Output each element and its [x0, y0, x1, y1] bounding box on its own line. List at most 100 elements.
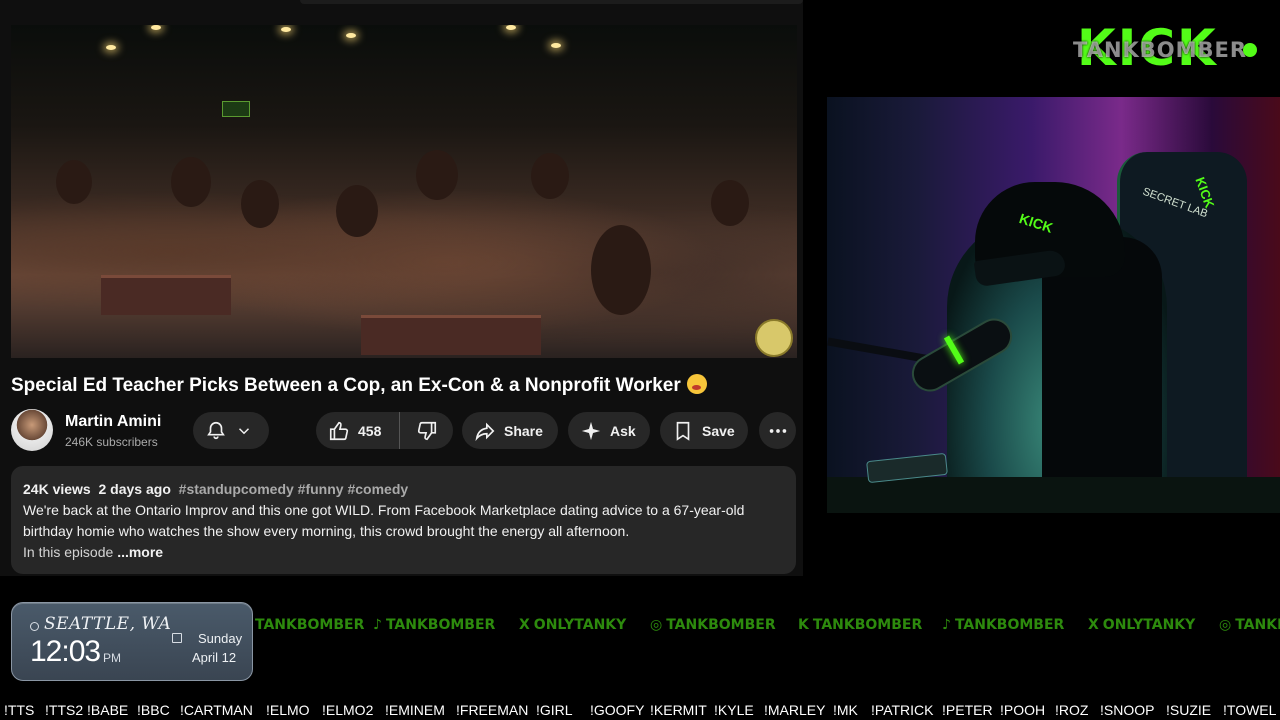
streamer-username: TANKBOMBER: [1073, 38, 1248, 62]
command: !CARTMAN: [180, 702, 253, 718]
exit-sign: [222, 101, 250, 117]
like-count: 458: [358, 422, 382, 439]
command: !MK: [833, 702, 858, 718]
audience-member: [416, 150, 458, 200]
social-handle: ONLYTANKY: [533, 617, 627, 633]
like-button[interactable]: 458: [316, 412, 400, 449]
description-box[interactable]: 24K views 2 days ago #standupcomedy #fun…: [11, 466, 796, 574]
share-button[interactable]: Share: [462, 412, 558, 449]
share-arrow-icon: [475, 422, 495, 441]
verified-check-icon: [1243, 43, 1257, 57]
social-ticker: TANKBOMBER ♪ TANKBOMBER X ONLYTANKY ◎ TANKB…: [253, 614, 1280, 636]
save-button[interactable]: Save: [660, 412, 748, 449]
ceiling-light: [346, 33, 356, 38]
audience-member: [241, 180, 279, 228]
command: !KERMIT: [650, 702, 707, 718]
hashtags[interactable]: #standupcomedy #funny #comedy: [179, 481, 409, 497]
flushed-emoji-icon: [686, 374, 707, 394]
social-handle: TANKBOMBER: [954, 617, 1065, 633]
command: !TTS: [4, 702, 35, 718]
social-handle: TANKBOMBER: [812, 617, 923, 633]
social-item: ◎TANKBOMBER: [650, 614, 776, 636]
social-item: ♪ TANKBOMBER: [373, 614, 495, 636]
description-line: In this episode ...more: [23, 542, 784, 563]
tiktok-icon: ♪: [942, 617, 951, 633]
command: !ELMO2: [322, 702, 374, 718]
ceiling-light: [151, 25, 161, 30]
command: !GOOFY: [590, 702, 645, 718]
show-more-link[interactable]: ...more: [117, 544, 163, 560]
channel-avatar[interactable]: [11, 409, 53, 451]
audience-member: [711, 180, 749, 226]
subscriber-count: 246K subscribers: [65, 435, 158, 449]
ceiling-light: [106, 45, 116, 50]
bell-icon: [207, 421, 225, 439]
clock-widget: SEATTLE, WA 12:03 PM Sunday April 12: [11, 602, 253, 681]
command: !SUZIE: [1166, 702, 1212, 718]
description-line: We're back at the Ontario Improv and thi…: [23, 502, 745, 518]
instagram-icon: ◎: [1219, 617, 1232, 633]
command: !TTS2: [45, 702, 84, 718]
clock-ampm: PM: [103, 651, 121, 665]
command: !TOWEL: [1223, 702, 1277, 718]
sparkle-icon: [581, 421, 601, 440]
clock-city: SEATTLE, WA: [44, 614, 172, 634]
chevron-down-icon: [238, 427, 250, 434]
social-handle: TANKBOMBER: [385, 617, 496, 633]
bookmark-icon: [676, 421, 690, 441]
social-item: X ONLYTANKY: [1088, 614, 1195, 636]
social-handle: TANKBOMBER: [255, 617, 365, 633]
tiktok-icon: ♪: [373, 617, 382, 633]
more-actions-button[interactable]: [759, 412, 796, 449]
social-item: K TANKBOMBER: [798, 614, 922, 636]
command: !POOH: [1000, 702, 1046, 718]
kick-icon: K: [798, 617, 809, 633]
ask-label: Ask: [610, 422, 636, 439]
kick-logo: KICK TANKBOMBER: [1073, 20, 1259, 78]
channel-name[interactable]: Martin Amini: [65, 413, 161, 431]
command: !GIRL: [536, 702, 573, 718]
upload-date: 2 days ago: [98, 481, 171, 497]
ceiling-light: [281, 27, 291, 32]
command: !PETER: [942, 702, 993, 718]
youtube-panel: Special Ed Teacher Picks Between a Cop, …: [0, 0, 803, 576]
channel-watermark-icon: [755, 319, 793, 357]
video-player[interactable]: [11, 25, 797, 358]
dislike-button[interactable]: [400, 412, 453, 449]
video-title-text: Special Ed Teacher Picks Between a Cop, …: [11, 375, 681, 396]
command: !ELMO: [266, 702, 310, 718]
social-handle: ONLYTANKY: [1102, 617, 1196, 633]
social-item: ◎TANKBOMBER: [1219, 614, 1280, 636]
share-label: Share: [504, 422, 543, 439]
thumbs-down-icon: [417, 421, 436, 440]
like-dislike-group: 458: [316, 412, 453, 449]
social-handle: TANKBOMBER: [1235, 617, 1280, 633]
command: !ROZ: [1055, 702, 1089, 718]
calendar-icon: [172, 633, 182, 643]
audience-member: [591, 225, 651, 315]
command: !EMINEM: [385, 702, 445, 718]
tts-commands-bar: !TTS !TTS2 !BABE !BBC !CARTMAN !ELMO !EL…: [0, 700, 1280, 720]
social-handle: TANKBOMBER: [666, 617, 776, 633]
thumbs-up-icon: [329, 421, 349, 440]
command: !SNOOP: [1100, 702, 1155, 718]
command: !BBC: [137, 702, 170, 718]
command: !PATRICK: [871, 702, 934, 718]
description-truncated: In this episode: [23, 544, 114, 560]
streamer-hair: [1042, 237, 1162, 513]
description-meta: 24K views 2 days ago #standupcomedy #fun…: [23, 479, 784, 500]
subscription-button[interactable]: [193, 412, 269, 449]
ask-button[interactable]: Ask: [568, 412, 650, 449]
ceiling-light: [551, 43, 561, 48]
social-item: ♪ TANKBOMBER: [942, 614, 1064, 636]
view-count: 24K views: [23, 481, 91, 497]
clock-date: April 12: [192, 650, 237, 665]
description-line: birthday homie who watches the show ever…: [23, 523, 630, 539]
audience-member: [531, 153, 569, 199]
location-pin-icon: [30, 622, 39, 631]
table: [101, 275, 231, 315]
table: [361, 315, 541, 355]
save-label: Save: [702, 422, 735, 439]
x-icon: X: [519, 617, 530, 633]
audience-member: [336, 185, 378, 237]
